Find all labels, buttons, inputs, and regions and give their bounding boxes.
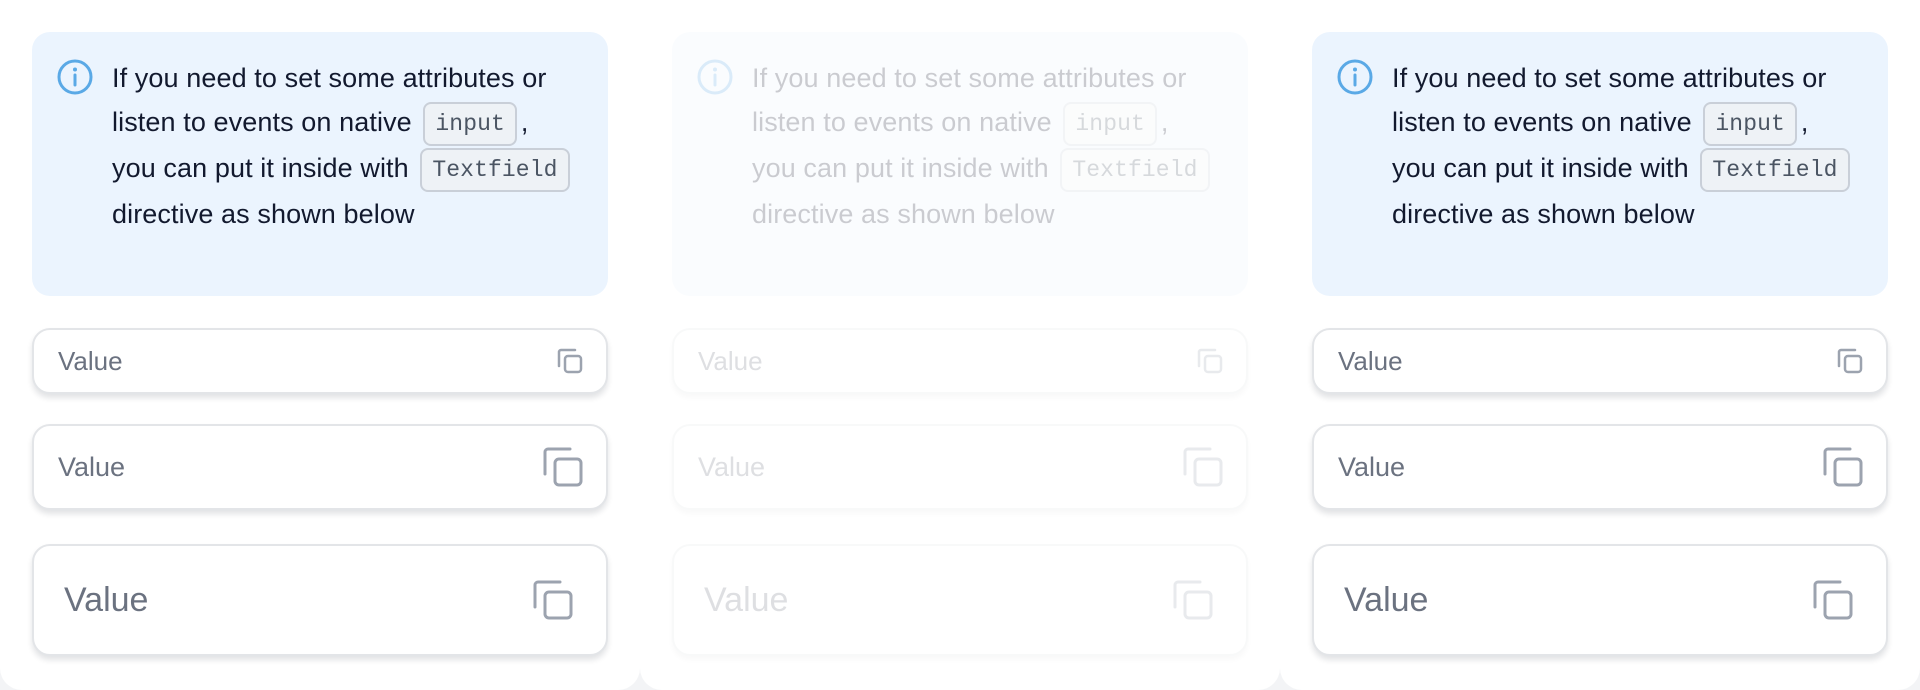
column-content: If you need to set some attributes or li… (32, 32, 608, 656)
code-input: input (1063, 101, 1157, 146)
value-field-large[interactable]: Value (32, 544, 608, 656)
field-value: Value (698, 451, 766, 482)
value-field-large: Value (672, 544, 1248, 656)
field-value: Value (704, 580, 789, 619)
code-textfield: Textfield (420, 147, 570, 192)
value-field-small: Value (672, 328, 1248, 394)
column-default-2: If you need to set some attributes or li… (1280, 0, 1920, 690)
alert-message: If you need to set some attributes or li… (752, 56, 1214, 236)
info-circle-icon (696, 58, 734, 96)
column-default-1: If you need to set some attributes or li… (0, 0, 640, 690)
copy-icon[interactable] (1834, 345, 1866, 377)
field-value: Value (1344, 580, 1429, 619)
field-value: Value (698, 345, 763, 376)
info-alert: If you need to set some attributes or li… (672, 32, 1248, 296)
info-alert: If you need to set some attributes or li… (32, 32, 608, 296)
column-content: If you need to set some attributes or li… (672, 32, 1248, 656)
field-value: Value (1338, 451, 1406, 482)
stage: If you need to set some attributes or li… (0, 0, 1920, 690)
value-field-small[interactable]: Value (1312, 328, 1888, 394)
code-textfield: Textfield (1060, 147, 1210, 192)
field-value: Value (1338, 345, 1403, 376)
code-input: input (423, 101, 517, 146)
column-disabled: If you need to set some attributes or li… (640, 0, 1280, 690)
info-circle-icon (56, 58, 94, 96)
value-field-medium[interactable]: Value (1312, 424, 1888, 510)
value-field-medium: Value (672, 424, 1248, 510)
value-field-medium[interactable]: Value (32, 424, 608, 510)
copy-icon (1170, 577, 1216, 623)
value-field-large[interactable]: Value (1312, 544, 1888, 656)
copy-icon[interactable] (530, 577, 576, 623)
field-value: Value (64, 580, 149, 619)
info-alert: If you need to set some attributes or li… (1312, 32, 1888, 296)
alert-text-part: directive as shown below (1392, 198, 1695, 229)
copy-icon[interactable] (1820, 444, 1866, 490)
copy-icon[interactable] (540, 444, 586, 490)
info-circle-icon (1336, 58, 1374, 96)
column-content: If you need to set some attributes or li… (1312, 32, 1888, 656)
field-value: Value (58, 345, 123, 376)
alert-text-part: directive as shown below (752, 198, 1055, 229)
code-textfield: Textfield (1700, 147, 1850, 192)
field-value: Value (58, 451, 126, 482)
alert-message: If you need to set some attributes or li… (112, 56, 574, 236)
alert-message: If you need to set some attributes or li… (1392, 56, 1854, 236)
copy-icon[interactable] (1810, 577, 1856, 623)
code-input: input (1703, 101, 1797, 146)
value-field-small[interactable]: Value (32, 328, 608, 394)
copy-icon (1180, 444, 1226, 490)
alert-text-part: directive as shown below (112, 198, 415, 229)
copy-icon (1194, 345, 1226, 377)
copy-icon[interactable] (554, 345, 586, 377)
